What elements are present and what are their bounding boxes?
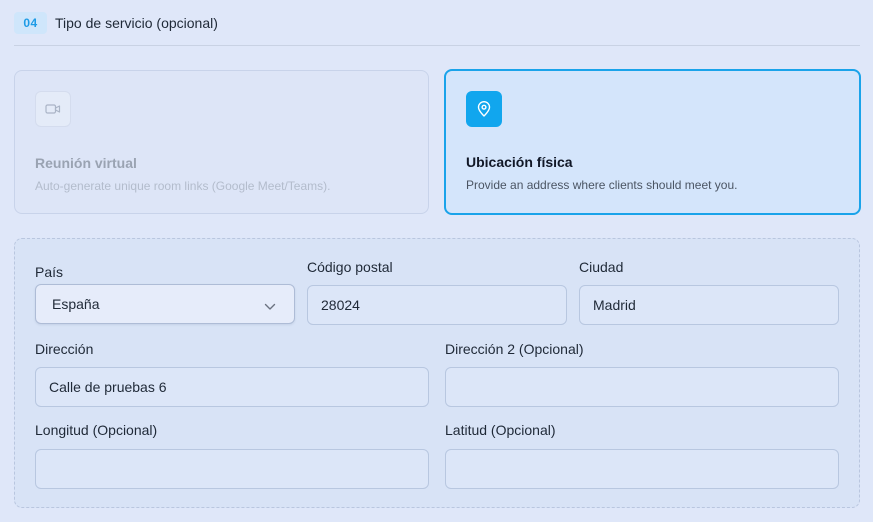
postal-code-value: 28024 xyxy=(321,297,360,313)
longitude-label: Longitud (Opcional) xyxy=(35,422,158,438)
address-value: Calle de pruebas 6 xyxy=(49,379,167,395)
virtual-meeting-option[interactable]: Reunión virtual Auto-generate unique roo… xyxy=(14,70,429,214)
latitude-field: Latitud (Opcional) xyxy=(445,422,839,489)
postal-code-input[interactable]: 28024 xyxy=(307,285,567,325)
country-select[interactable]: España xyxy=(35,284,295,324)
address-label: Dirección xyxy=(35,341,94,357)
address2-field: Dirección 2 (Opcional) xyxy=(445,341,839,407)
address-input[interactable]: Calle de pruebas 6 xyxy=(35,367,429,407)
chevron-down-icon xyxy=(264,298,276,314)
step-badge: 04 xyxy=(14,12,47,34)
city-input[interactable]: Madrid xyxy=(579,285,839,325)
address-field: Dirección Calle de pruebas 6 xyxy=(35,341,429,407)
option-title: Ubicación física xyxy=(466,154,573,170)
city-label: Ciudad xyxy=(579,259,624,275)
option-description: Auto-generate unique room links (Google … xyxy=(35,179,331,193)
country-field: País España xyxy=(35,264,295,324)
option-title: Reunión virtual xyxy=(35,155,137,171)
address-form: País España Código postal 28024 Ciudad M… xyxy=(14,238,860,508)
postal-code-field: Código postal 28024 xyxy=(307,259,567,325)
country-label: País xyxy=(35,264,64,280)
section-header: 04 Tipo de servicio (opcional) xyxy=(14,12,860,46)
country-value: España xyxy=(52,296,100,312)
latitude-label: Latitud (Opcional) xyxy=(445,422,556,438)
city-field: Ciudad Madrid xyxy=(579,259,839,325)
option-description: Provide an address where clients should … xyxy=(466,178,738,192)
section-title: Tipo de servicio (opcional) xyxy=(55,15,218,31)
address2-label: Dirección 2 (Opcional) xyxy=(445,341,584,357)
map-pin-icon xyxy=(466,91,502,127)
postal-code-label: Código postal xyxy=(307,259,393,275)
address2-input[interactable] xyxy=(445,367,839,407)
longitude-input[interactable] xyxy=(35,449,429,489)
longitude-field: Longitud (Opcional) xyxy=(35,422,429,489)
latitude-input[interactable] xyxy=(445,449,839,489)
physical-location-option[interactable]: Ubicación física Provide an address wher… xyxy=(444,69,861,215)
city-value: Madrid xyxy=(593,297,636,313)
video-camera-icon xyxy=(35,91,71,127)
